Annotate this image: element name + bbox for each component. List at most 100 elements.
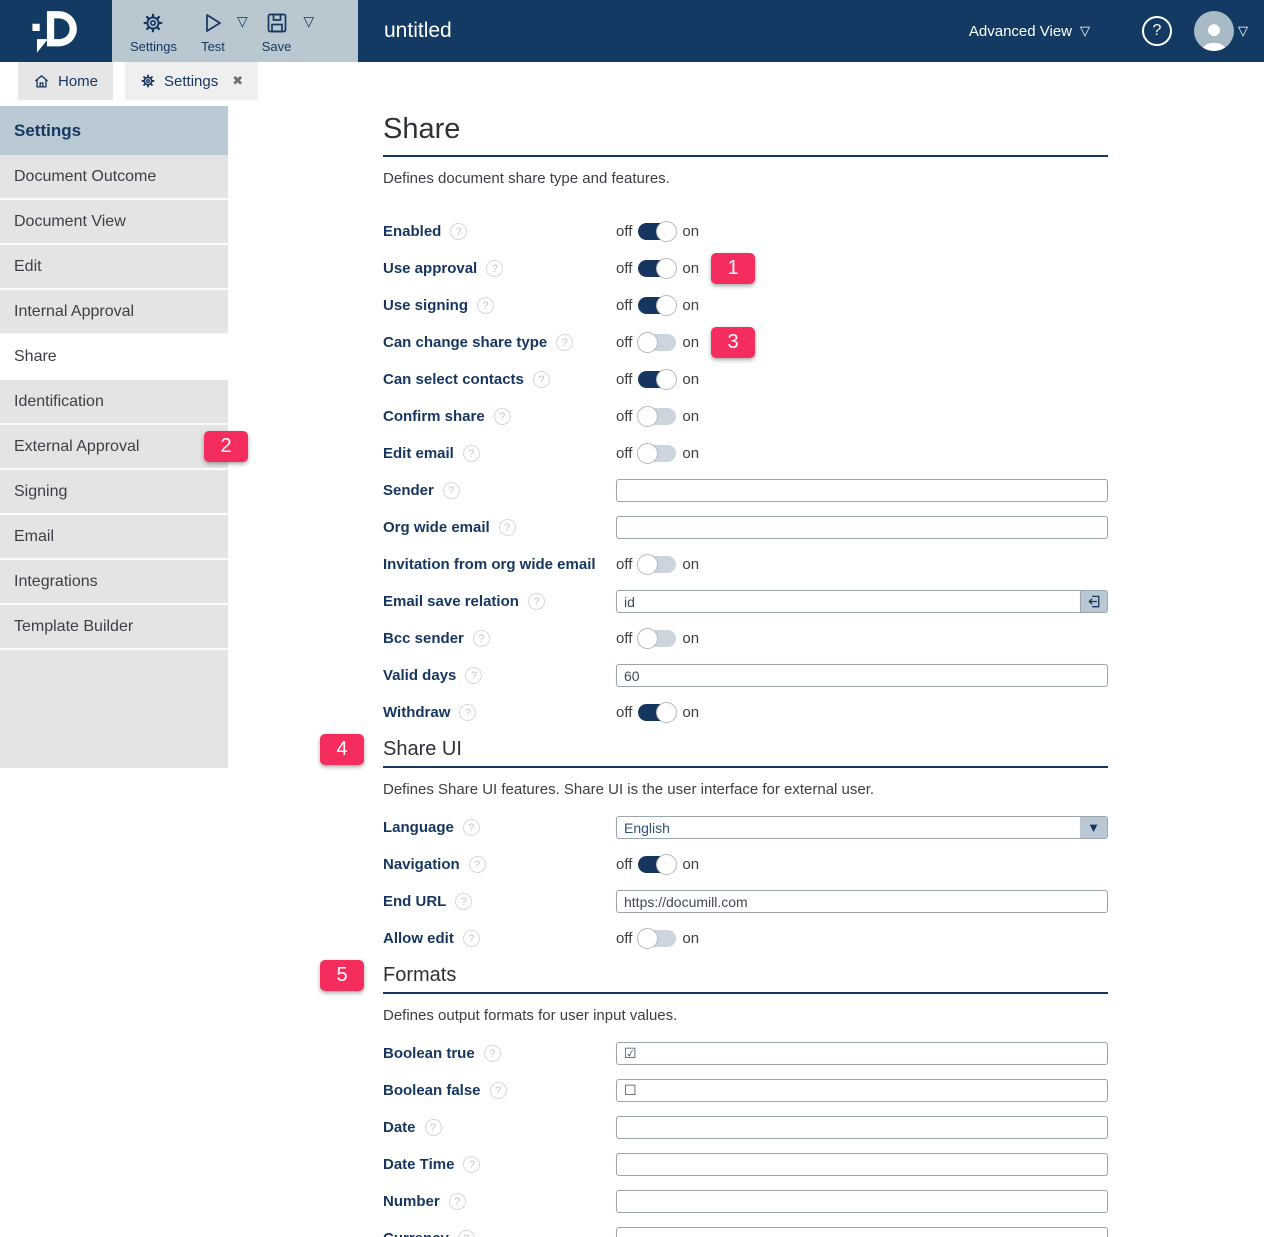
help-icon[interactable]: ? [443, 482, 460, 499]
allow-edit-toggle[interactable] [638, 930, 676, 947]
section-title: Share [383, 113, 1108, 146]
setting-control [616, 890, 1108, 913]
help-icon[interactable]: ? [450, 223, 467, 240]
user-avatar[interactable] [1194, 11, 1234, 51]
help-icon[interactable]: ? [533, 371, 550, 388]
help-icon[interactable]: ? [463, 445, 480, 462]
email-save-relation-input[interactable] [616, 590, 1081, 613]
setting-label: Enabled? [383, 223, 616, 240]
setting-row-boolean-false: Boolean false? [383, 1079, 1108, 1102]
sidebar-item-share[interactable]: Share [0, 335, 228, 380]
insert-field-icon[interactable] [1081, 590, 1108, 613]
help-icon[interactable]: ? [499, 519, 516, 536]
navigation-toggle[interactable] [638, 856, 676, 873]
toggle-off-label: off [616, 408, 632, 425]
sidebar-item-label: External Approval [14, 438, 139, 456]
help-icon[interactable]: ? [556, 334, 573, 351]
sidebar-item-signing[interactable]: Signing [0, 470, 228, 515]
save-button[interactable]: Save [250, 0, 304, 62]
confirm-share-toggle[interactable] [638, 408, 676, 425]
help-icon[interactable]: ? [490, 1082, 507, 1099]
test-dropdown-arrow-icon[interactable]: ▽ [237, 14, 248, 62]
save-dropdown-arrow-icon[interactable]: ▽ [303, 14, 314, 62]
setting-label: Navigation? [383, 856, 616, 873]
sidebar-item-edit[interactable]: Edit [0, 245, 228, 290]
help-icon[interactable]: ? [528, 593, 545, 610]
org-wide-email-input[interactable] [616, 516, 1108, 539]
edit-email-toggle[interactable] [638, 445, 676, 462]
use-approval-toggle[interactable] [638, 260, 676, 277]
toggle-knob [637, 443, 658, 464]
setting-control [616, 590, 1108, 613]
advanced-view-dropdown[interactable]: Advanced View ▽ [969, 23, 1090, 40]
sidebar-item-internal-approval[interactable]: Internal Approval [0, 290, 228, 335]
setting-label-text: Date Time [383, 1156, 454, 1173]
enabled-toggle[interactable] [638, 223, 676, 240]
toggle-knob [637, 628, 658, 649]
sender-input[interactable] [616, 479, 1108, 502]
sidebar-item-label: Internal Approval [14, 303, 134, 321]
sidebar-item-label: Document Outcome [14, 168, 156, 186]
can-select-contacts-toggle[interactable] [638, 371, 676, 388]
sidebar-item-external-approval[interactable]: External Approval2 [0, 425, 228, 470]
help-icon[interactable]: ? [449, 1193, 466, 1210]
section-title: Share UI [383, 738, 1108, 761]
help-icon[interactable]: ? [494, 408, 511, 425]
language-select[interactable]: English▼ [616, 816, 1108, 839]
test-button[interactable]: Test [189, 0, 237, 62]
bcc-sender-toggle[interactable] [638, 630, 676, 647]
help-icon[interactable]: ? [425, 1119, 442, 1136]
help-icon[interactable]: ? [469, 856, 486, 873]
currency-input[interactable] [616, 1227, 1108, 1237]
help-icon[interactable]: ? [465, 667, 482, 684]
sidebar-item-email[interactable]: Email [0, 515, 228, 560]
date-input[interactable] [616, 1116, 1108, 1139]
setting-row-language: Language?English▼ [383, 816, 1108, 839]
setting-label: Org wide email? [383, 519, 616, 536]
sidebar-item-document-view[interactable]: Document View [0, 200, 228, 245]
question-mark-icon: ? [1153, 22, 1162, 40]
can-change-share-type-toggle[interactable] [638, 334, 676, 351]
help-icon[interactable]: ? [486, 260, 503, 277]
settings-button[interactable]: Settings [118, 0, 189, 62]
sidebar-item-integrations[interactable]: Integrations [0, 560, 228, 605]
avatar-dropdown-arrow-icon[interactable]: ▽ [1238, 23, 1248, 39]
help-icon[interactable]: ? [463, 1156, 480, 1173]
setting-row-boolean-true: Boolean true? [383, 1042, 1108, 1065]
setting-label: Withdraw? [383, 704, 616, 721]
setting-row-can-select-contacts: Can select contacts?offon [383, 368, 1108, 391]
help-icon[interactable]: ? [455, 893, 472, 910]
toggle-off-label: off [616, 371, 632, 388]
number-input[interactable] [616, 1190, 1108, 1213]
help-icon[interactable]: ? [477, 297, 494, 314]
setting-label: End URL? [383, 893, 616, 910]
help-button[interactable]: ? [1142, 16, 1172, 46]
setting-control [616, 516, 1108, 539]
help-icon[interactable]: ? [459, 704, 476, 721]
end-url-input[interactable] [616, 890, 1108, 913]
help-icon[interactable]: ? [484, 1045, 501, 1062]
invitation-from-org-wide-email-toggle[interactable] [638, 556, 676, 573]
help-icon[interactable]: ? [463, 819, 480, 836]
date-time-input[interactable] [616, 1153, 1108, 1176]
gear-icon [140, 73, 156, 89]
play-icon [201, 9, 225, 37]
help-icon[interactable]: ? [458, 1230, 475, 1237]
valid-days-input[interactable] [616, 664, 1108, 687]
tab-settings[interactable]: Settings ✖ [125, 62, 258, 100]
setting-control [616, 1190, 1108, 1213]
help-icon[interactable]: ? [463, 930, 480, 947]
withdraw-toggle[interactable] [638, 704, 676, 721]
sidebar-item-label: Signing [14, 483, 67, 501]
boolean-true-input[interactable] [616, 1042, 1108, 1065]
boolean-false-input[interactable] [616, 1079, 1108, 1102]
sidebar-item-identification[interactable]: Identification [0, 380, 228, 425]
toggle-knob [637, 554, 658, 575]
help-icon[interactable]: ? [473, 630, 490, 647]
sidebar-item-document-outcome[interactable]: Document Outcome [0, 155, 228, 200]
use-signing-toggle[interactable] [638, 297, 676, 314]
sidebar-item-template-builder[interactable]: Template Builder [0, 605, 228, 650]
tab-home[interactable]: Home [18, 62, 113, 100]
tab-close-icon[interactable]: ✖ [232, 73, 243, 89]
toggle-on-label: on [682, 408, 699, 425]
